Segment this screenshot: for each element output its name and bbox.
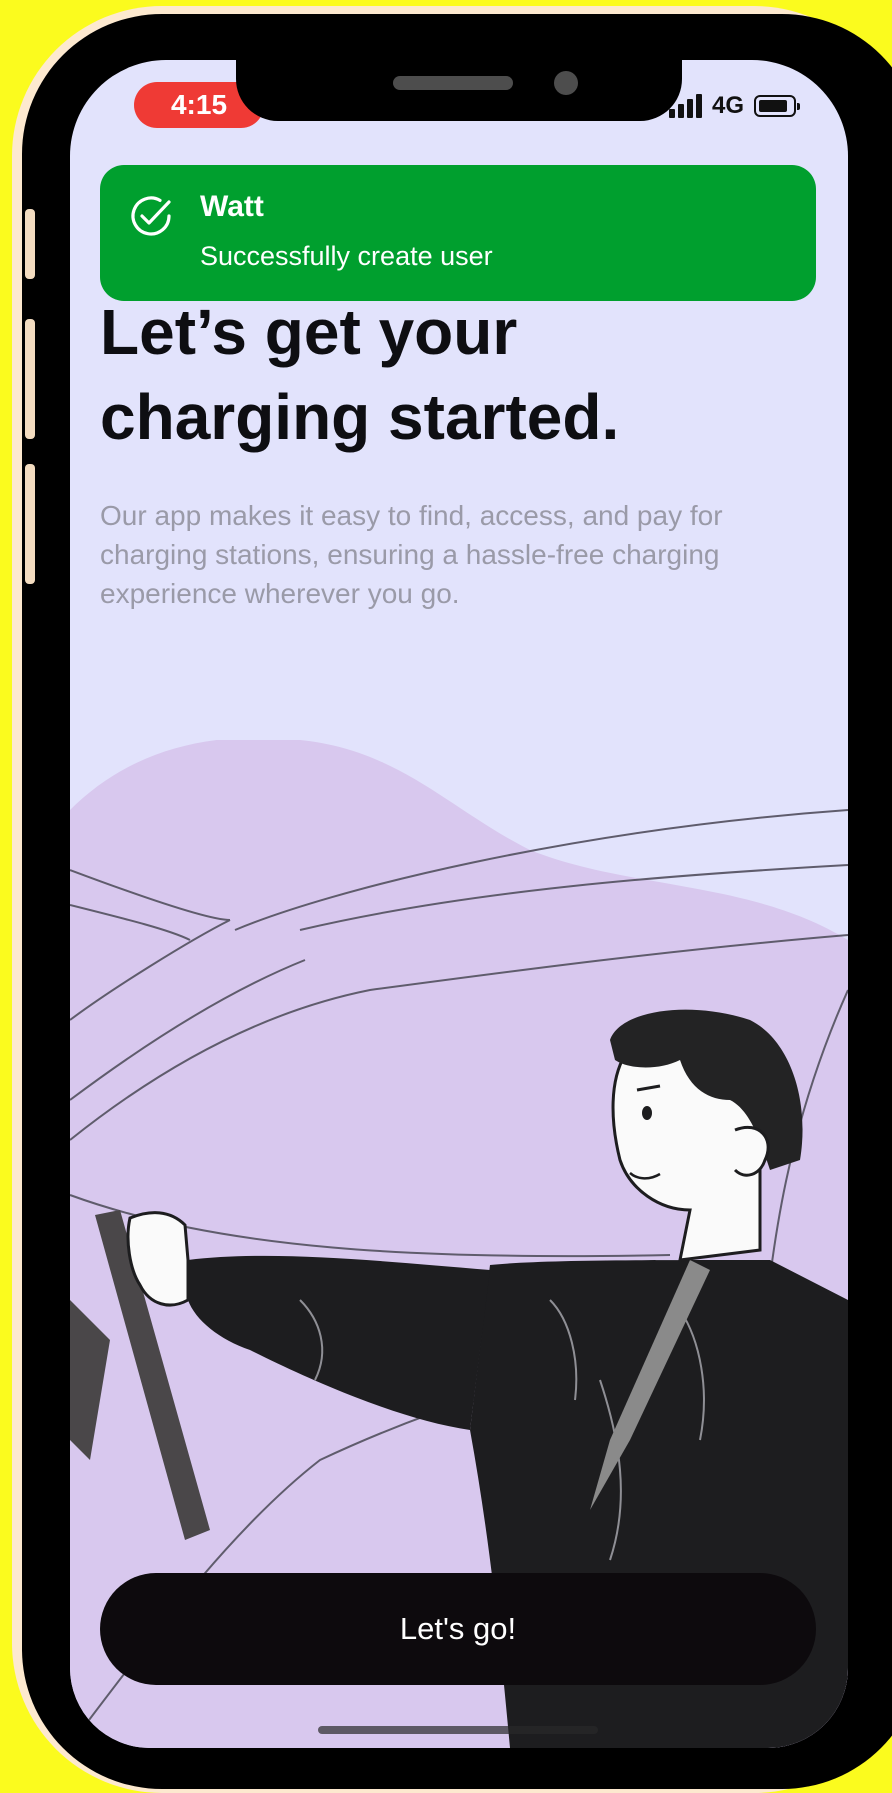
battery-icon	[754, 95, 800, 117]
toast-title: Watt	[200, 190, 264, 223]
status-indicators: 4G	[668, 88, 800, 124]
page-title: Let’s get your charging started.	[100, 290, 800, 460]
check-circle-icon	[131, 196, 171, 236]
page-title-line-1: Let’s get your	[100, 296, 518, 368]
app-screen: 4:15 4G Watt Successfully create user Le…	[70, 60, 848, 1748]
speaker-icon	[393, 76, 513, 90]
notch	[236, 56, 682, 121]
side-button	[25, 464, 35, 584]
network-type: 4G	[711, 92, 744, 119]
lets-go-button[interactable]: Let's go!	[100, 1573, 816, 1685]
success-toast[interactable]: Watt Successfully create user	[100, 165, 816, 301]
page-title-line-2: charging started.	[100, 381, 620, 453]
page-description: Our app makes it easy to find, access, a…	[100, 500, 723, 609]
camera-icon	[554, 71, 578, 95]
side-button	[25, 319, 35, 439]
home-indicator	[318, 1726, 598, 1734]
side-button	[25, 209, 35, 279]
toast-message: Successfully create user	[200, 241, 493, 271]
